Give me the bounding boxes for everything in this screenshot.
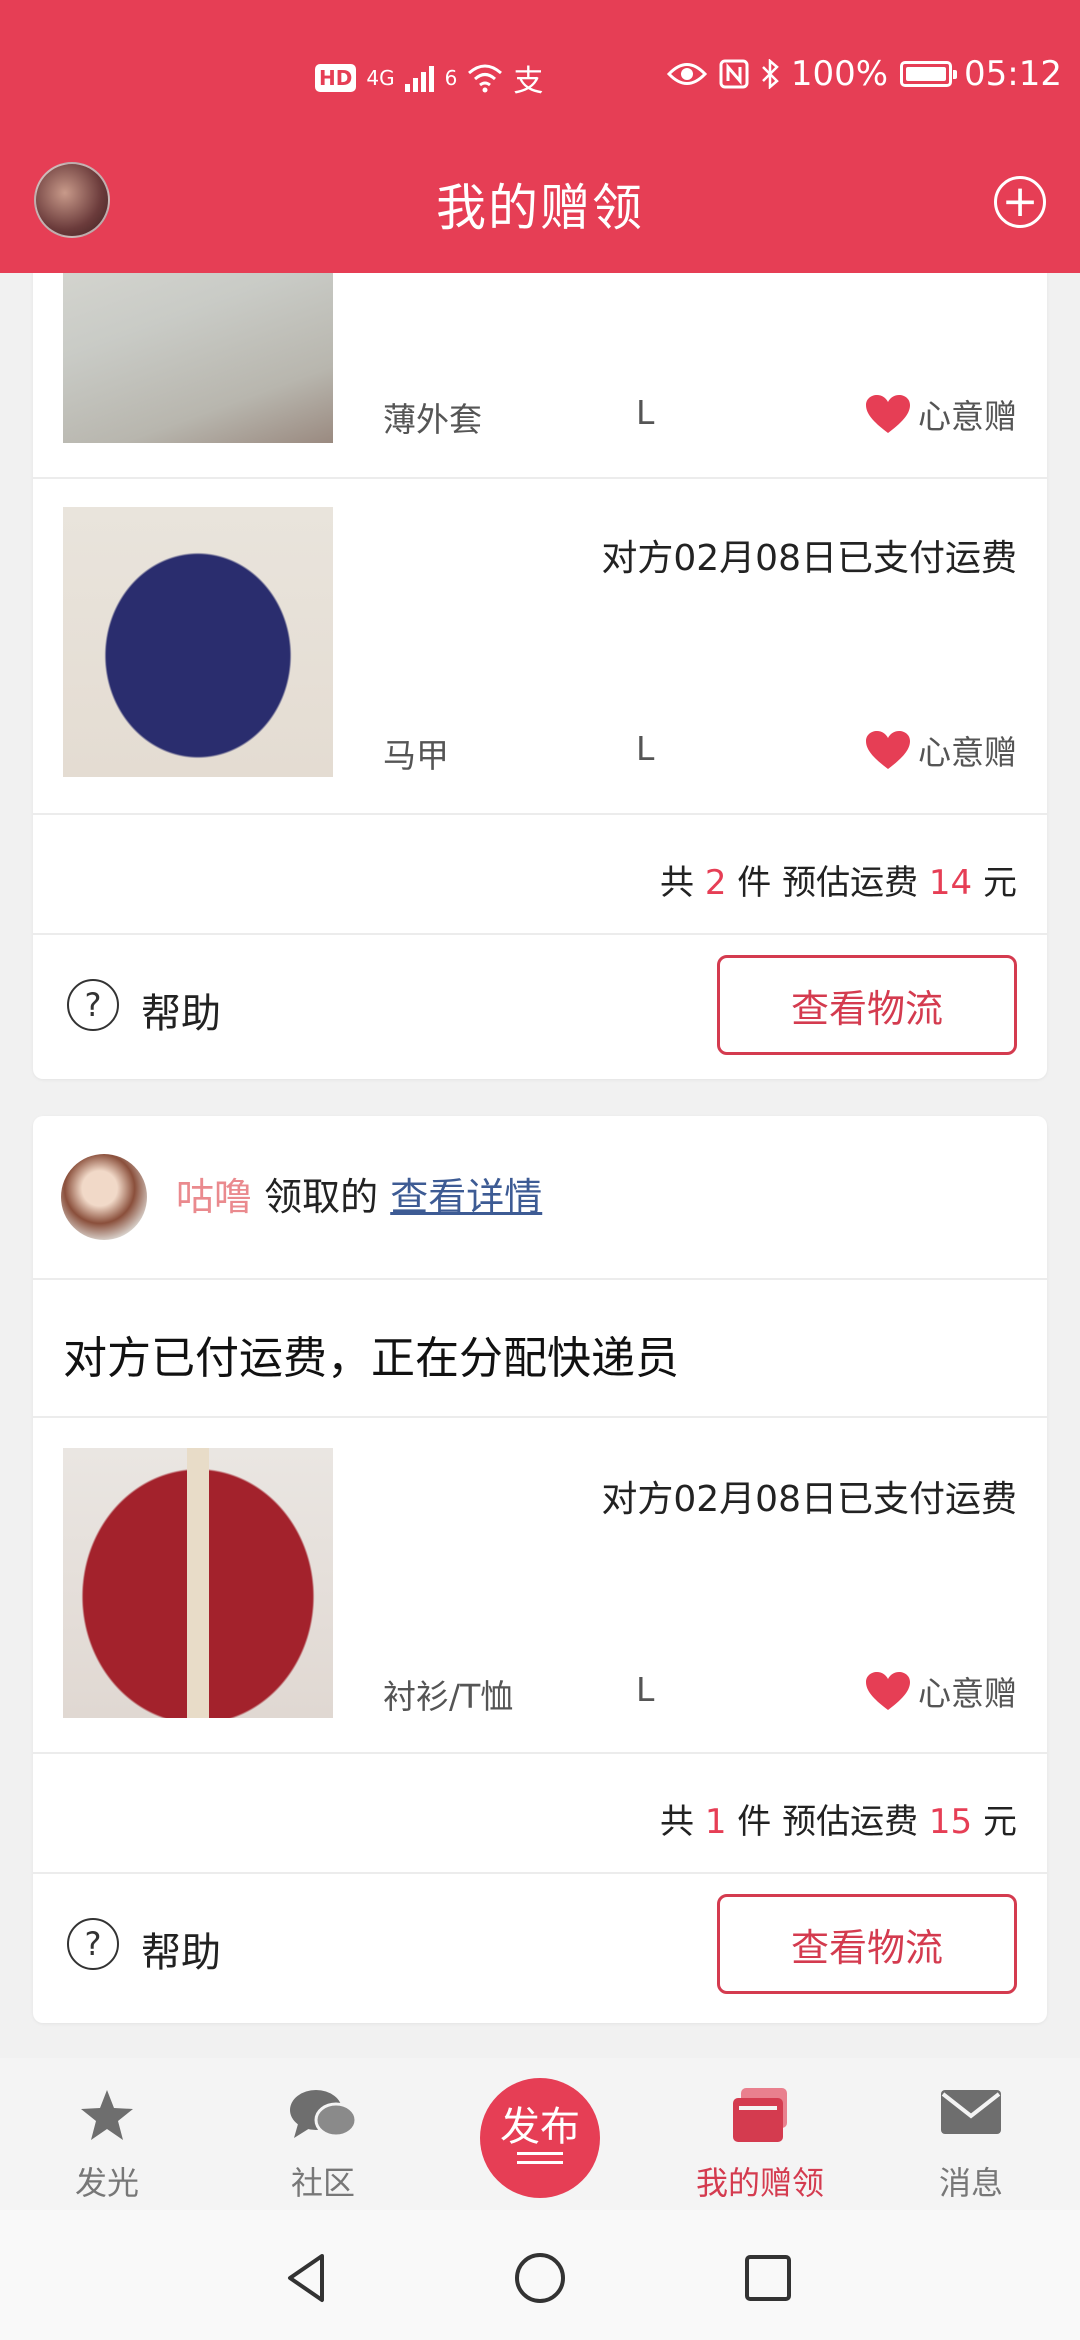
username[interactable]: 咕噜 — [176, 1175, 252, 1219]
signal-icon — [404, 66, 434, 92]
nfc-icon — [719, 59, 749, 89]
shipping-fee: 15 — [928, 1802, 973, 1842]
help-button[interactable]: 帮助 — [141, 1920, 221, 1978]
view-details-link[interactable]: 查看详情 — [390, 1175, 542, 1219]
home-icon[interactable] — [510, 2248, 570, 2308]
hd-badge: HD — [315, 64, 357, 92]
item-count: 2 — [704, 863, 727, 903]
status-bar: HD 4G 6 支 100% 05:12 — [0, 48, 1080, 108]
divider — [33, 1872, 1047, 1874]
gift-label: 心意赠 — [918, 733, 1017, 772]
eye-icon — [666, 63, 707, 85]
heart-icon — [866, 731, 910, 769]
claim-info: 咕噜 领取的 查看详情 — [176, 1166, 542, 1221]
help-icon[interactable]: ? — [67, 1918, 119, 1970]
total-prefix: 共 — [660, 863, 695, 903]
item-count: 1 — [704, 1802, 727, 1842]
recents-icon[interactable] — [738, 2248, 798, 2308]
gift-cards-icon — [733, 2088, 787, 2142]
back-icon[interactable] — [278, 2248, 338, 2308]
item-category: 马甲 — [383, 736, 449, 775]
divider — [33, 477, 1047, 479]
help-button[interactable]: 帮助 — [141, 981, 221, 1039]
tab-community[interactable]: 社区 — [243, 2058, 403, 2210]
divider — [33, 813, 1047, 815]
currency-unit: 元 — [983, 1802, 1017, 1842]
tab-label: 社区 — [290, 2164, 355, 2202]
battery-percent: 100% — [790, 54, 889, 94]
tab-my-gifts[interactable]: 我的赠领 — [680, 2058, 840, 2210]
item-size: L — [636, 393, 655, 432]
publish-icon — [517, 2152, 563, 2164]
total-prefix: 共 — [660, 1802, 695, 1842]
claim-text: 领取的 — [264, 1175, 379, 1219]
divider — [33, 1752, 1047, 1754]
claim-card: 咕噜 领取的 查看详情 对方已付运费，正在分配快递员 对方02月08日已支付运费… — [33, 1116, 1047, 2023]
gift-tag: 心意赠 — [864, 1667, 1017, 1715]
gift-label: 心意赠 — [918, 397, 1017, 436]
currency-unit: 元 — [983, 863, 1017, 903]
shipping-fee: 14 — [928, 863, 973, 903]
help-icon[interactable]: ? — [67, 979, 119, 1031]
total-summary: 共 1 件 预估运费 15 元 — [660, 1794, 1017, 1843]
payment-status: 对方02月08日已支付运费 — [601, 538, 1017, 579]
total-summary: 共 2 件 预估运费 14 元 — [660, 855, 1017, 904]
view-logistics-button[interactable]: 查看物流 — [717, 1894, 1017, 1994]
publish-label: 发布 — [500, 2104, 580, 2150]
item-photo[interactable] — [63, 507, 333, 777]
bluetooth-icon — [761, 59, 779, 89]
user-avatar[interactable] — [61, 1154, 147, 1240]
item-photo[interactable] — [63, 1448, 333, 1718]
clock: 05:12 — [964, 54, 1062, 94]
app-header: HD 4G 6 支 100% 05:12 我的赠领 + — [0, 0, 1080, 273]
item-size: L — [636, 729, 655, 768]
view-logistics-button[interactable]: 查看物流 — [717, 955, 1017, 1055]
tab-label: 发光 — [74, 2164, 139, 2202]
page-title: 我的赠领 — [436, 179, 644, 237]
gift-tag: 心意赠 — [864, 390, 1017, 438]
item-size: L — [636, 1670, 655, 1709]
gift-label: 心意赠 — [918, 1674, 1017, 1713]
publish-button[interactable]: 发布 — [480, 2078, 600, 2198]
tab-label: 消息 — [938, 2164, 1003, 2202]
divider — [33, 1416, 1047, 1418]
mail-icon — [941, 2090, 1001, 2134]
item-photo[interactable] — [63, 273, 333, 443]
heart-icon — [866, 395, 910, 433]
status-right: 100% 05:12 — [666, 54, 1062, 94]
add-button[interactable]: + — [994, 176, 1046, 228]
divider — [33, 933, 1047, 935]
order-status: 对方已付运费，正在分配快递员 — [63, 1333, 679, 1384]
claim-card: 薄外套 L 心意赠 对方02月08日已支付运费 马甲 L 心意赠 共 2 件 预… — [33, 273, 1047, 1079]
payment-status: 对方02月08日已支付运费 — [601, 1479, 1017, 1520]
tab-label: 我的赠领 — [695, 2164, 824, 2202]
battery-icon — [900, 61, 958, 87]
total-mid: 件 预估运费 — [737, 863, 919, 903]
chat-bubbles-icon — [290, 2090, 358, 2138]
content-scroll[interactable]: 薄外套 L 心意赠 对方02月08日已支付运费 马甲 L 心意赠 共 2 件 预… — [0, 273, 1080, 2058]
divider — [33, 1278, 1047, 1280]
tab-messages[interactable]: 消息 — [891, 2058, 1051, 2210]
plus-icon: + — [1001, 176, 1039, 227]
system-nav-bar — [0, 2210, 1080, 2340]
network-type: 4G — [366, 66, 395, 90]
alipay-icon: 支 — [513, 64, 544, 99]
status-left: HD 4G 6 支 — [315, 56, 543, 100]
tab-glow[interactable]: 发光 — [27, 2058, 187, 2210]
bottom-tab-bar: 发光 社区 发布 我的赠领 消息 — [0, 2058, 1080, 2210]
wifi-tag: 6 — [444, 66, 458, 90]
item-category: 薄外套 — [383, 400, 482, 439]
heart-icon — [866, 1672, 910, 1710]
star-icon — [81, 2090, 133, 2140]
total-mid: 件 预估运费 — [737, 1802, 919, 1842]
wifi-icon — [468, 64, 503, 93]
gift-tag: 心意赠 — [864, 726, 1017, 774]
item-category: 衬衫/T恤 — [383, 1677, 514, 1716]
